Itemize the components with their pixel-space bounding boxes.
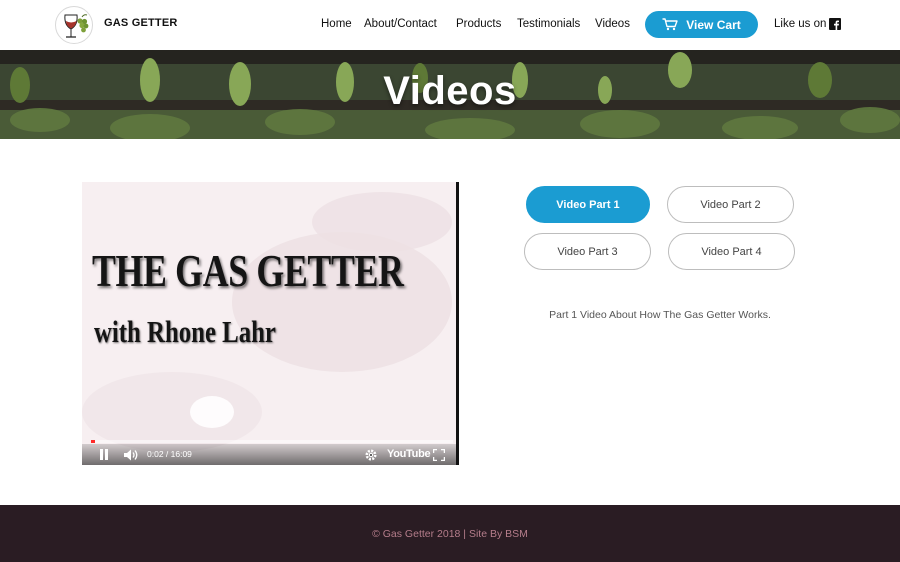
gear-icon[interactable]	[365, 449, 377, 461]
view-cart-button[interactable]: View Cart	[645, 11, 758, 38]
view-cart-label: View Cart	[686, 17, 741, 32]
youtube-logo[interactable]: YouTube	[387, 448, 431, 460]
site-footer: © Gas Getter 2018 | Site By BSM	[0, 505, 900, 562]
video-progress-bar[interactable]	[91, 440, 453, 443]
site-header: GAS GETTER Home About/Contact Products T…	[0, 0, 900, 50]
volume-icon[interactable]	[124, 449, 139, 461]
video-title-line2: with Rhone Lahr	[94, 314, 276, 349]
video-player[interactable]: THE GAS GETTER with Rhone Lahr 0:02 / 16…	[82, 182, 459, 465]
video-controls: 0:02 / 16:09 YouTube	[82, 444, 456, 465]
facebook-link[interactable]: Like us on	[774, 18, 842, 30]
video-part-4-button[interactable]: Video Part 4	[668, 233, 795, 270]
shopping-cart-icon	[662, 18, 678, 31]
nav-testimonials[interactable]: Testimonials	[517, 18, 580, 30]
fullscreen-icon[interactable]	[433, 449, 445, 461]
video-title-line1: THE GAS GETTER	[92, 245, 404, 296]
hero-banner: Videos	[0, 50, 900, 139]
video-progress-fill	[91, 440, 95, 443]
video-part-3-button[interactable]: Video Part 3	[524, 233, 651, 270]
page: GAS GETTER Home About/Contact Products T…	[0, 0, 900, 562]
like-us-label: Like us on	[774, 18, 827, 30]
video-time: 0:02 / 16:09	[147, 449, 192, 459]
video-part-1-button[interactable]: Video Part 1	[526, 186, 650, 223]
wine-grape-logo-icon[interactable]	[55, 6, 93, 44]
facebook-icon	[829, 18, 842, 30]
video-part-2-button[interactable]: Video Part 2	[667, 186, 794, 223]
nav-products[interactable]: Products	[456, 18, 501, 30]
nav-home[interactable]: Home	[321, 18, 352, 30]
pause-icon[interactable]	[99, 449, 109, 460]
nav-about-contact[interactable]: About/Contact	[364, 18, 437, 30]
nav-videos[interactable]: Videos	[595, 18, 630, 30]
page-title: Videos	[383, 69, 517, 113]
video-description: Part 1 Video About How The Gas Getter Wo…	[549, 309, 771, 321]
footer-credit: © Gas Getter 2018 | Site By BSM	[372, 528, 528, 540]
brand-name[interactable]: GAS GETTER	[104, 17, 178, 29]
